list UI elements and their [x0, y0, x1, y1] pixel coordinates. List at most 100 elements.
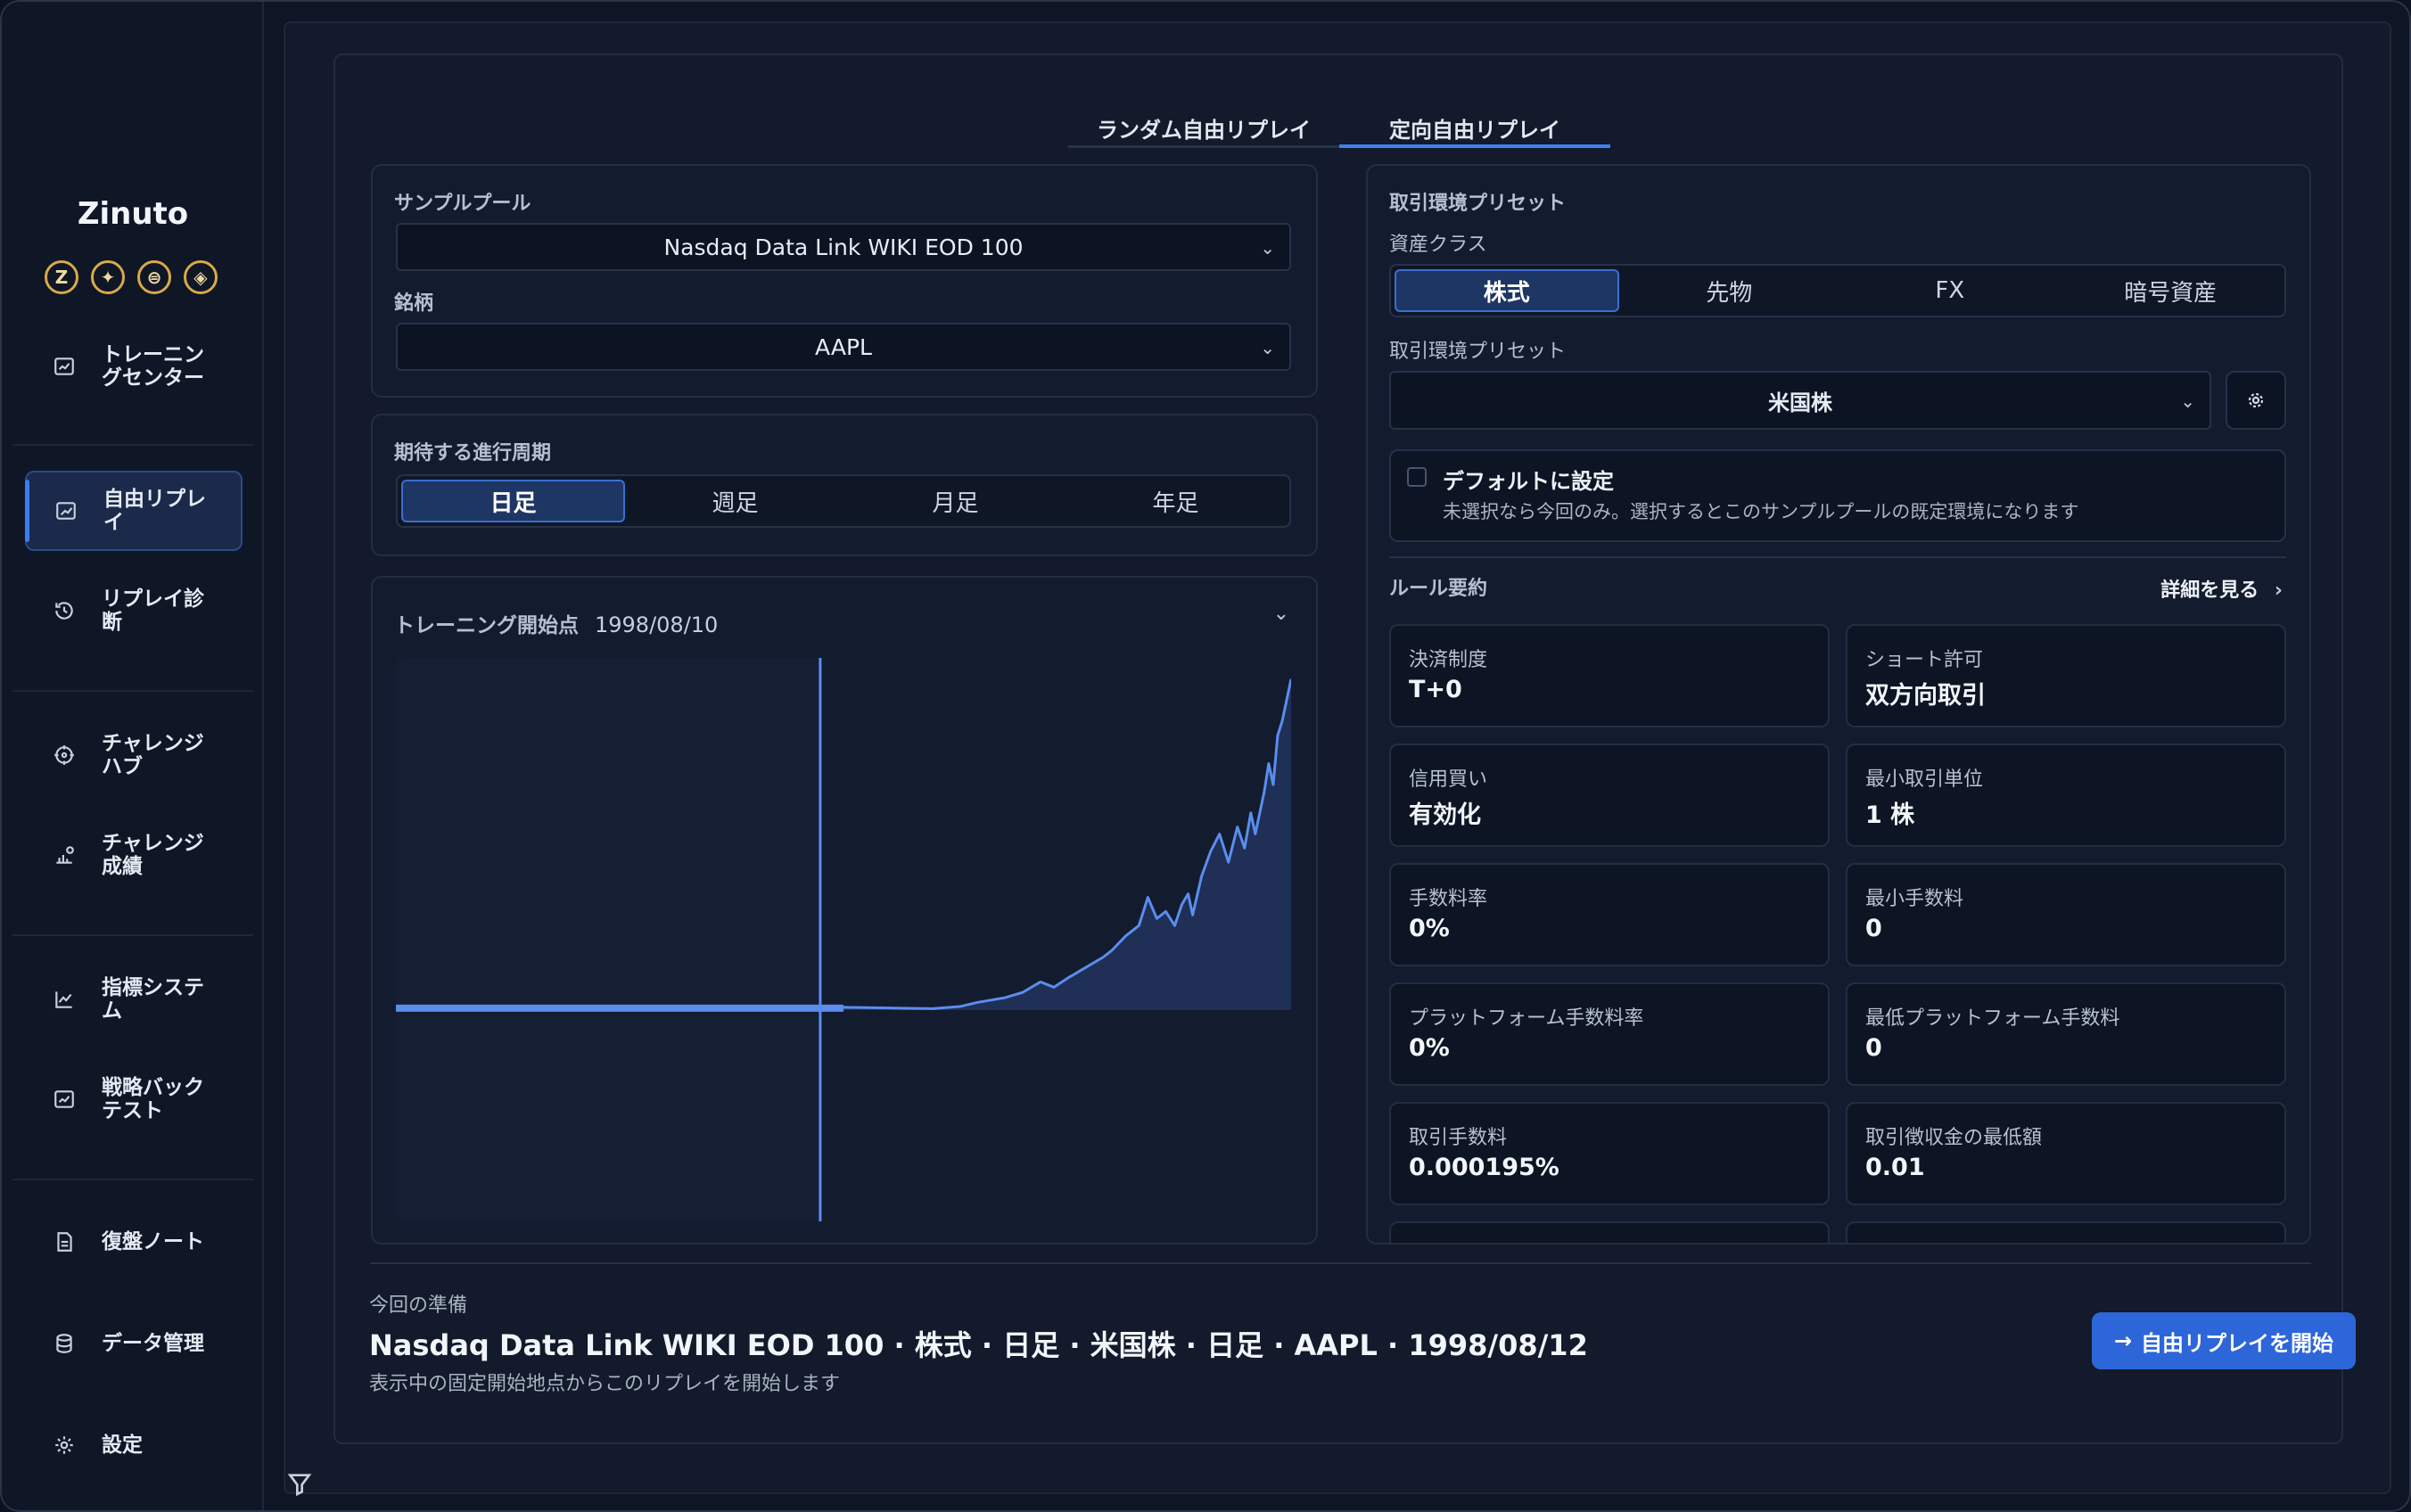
sidebar: Zinuto Z ✦ ⊜ ◈ トレーニングセンター 自由リプレイ リプレイ診断	[2, 2, 264, 1510]
sidebar-item-data-management[interactable]: データ管理	[25, 1303, 243, 1384]
replay-mode-tabs: ランダム自由リプレイ 定向自由リプレイ	[1068, 91, 1610, 148]
rules-details-link[interactable]: 詳細を見る ›	[2160, 574, 2283, 603]
sidebar-item-training-center[interactable]: トレーニングセンター	[25, 326, 243, 407]
asset-option-futures[interactable]: 先物	[1619, 269, 1840, 312]
brand-badge-icon: ◈	[184, 260, 218, 294]
tab-targeted-free-replay[interactable]: 定向自由リプレイ	[1339, 91, 1610, 148]
rule-value: 0	[1865, 1034, 1882, 1062]
default-description: 未選択なら今回のみ。選択するとこのサンプルプールの既定環境になります	[1443, 501, 2079, 522]
sidebar-item-review-notes[interactable]: 復盤ノート	[25, 1202, 243, 1282]
default-checkbox[interactable]	[1407, 467, 1427, 487]
asset-option-crypto[interactable]: 暗号資産	[2061, 269, 2282, 312]
default-setting-box: デフォルトに設定 未選択なら今回のみ。選択するとこのサンプルプールの既定環境にな…	[1389, 449, 2286, 542]
sample-pool-title: サンプルプール	[394, 193, 531, 215]
sample-pool-select[interactable]: Nasdaq Data Link WIKI EOD 100 ⌄	[396, 223, 1291, 271]
preset-select-title: 取引環境プリセット	[1389, 341, 1567, 363]
sidebar-item-label: 設定	[102, 1434, 143, 1457]
score-icon	[39, 843, 89, 867]
sidebar-divider	[12, 1179, 253, 1180]
sidebar-item-label: データ管理	[102, 1332, 204, 1355]
rule-value: 0	[1865, 915, 1882, 942]
tab-random-free-replay[interactable]: ランダム自由リプレイ	[1068, 91, 1339, 145]
sample-pool-value: Nasdaq Data Link WIKI EOD 100	[663, 234, 1024, 260]
brand-coin-icon: ⊜	[137, 260, 171, 294]
sidebar-item-label: リプレイ診断	[102, 588, 204, 634]
rule-card-margin: 信用買い 有効化	[1389, 744, 1830, 847]
preset-value: 米国株	[1768, 390, 1832, 415]
period-option-monthly[interactable]: 月足	[845, 480, 1066, 522]
sample-pool-card: サンプルプール Nasdaq Data Link WIKI EOD 100 ⌄ …	[371, 164, 1318, 398]
sidebar-divider	[12, 934, 253, 936]
app-window: Zinuto Z ✦ ⊜ ◈ トレーニングセンター 自由リプレイ リプレイ診断	[0, 0, 2411, 1512]
rule-label: 取引徴収金の最低額	[1865, 1127, 2043, 1149]
filter-icon[interactable]	[285, 1469, 314, 1498]
sidebar-item-strategy-backtest[interactable]: 戦略バックテスト	[25, 1059, 243, 1139]
gear-icon	[2248, 392, 2264, 408]
rule-card-fee-rate: 手数料率 0%	[1389, 863, 1830, 966]
sidebar-item-label: 戦略バックテスト	[102, 1076, 204, 1122]
sidebar-item-settings[interactable]: 設定	[25, 1405, 243, 1485]
prep-summary: Nasdaq Data Link WIKI EOD 100 · 株式 · 日足 …	[369, 1328, 1588, 1362]
collapse-chevron-icon[interactable]: ⌄	[1273, 603, 1289, 625]
rules-divider	[1389, 556, 2286, 558]
backtest-icon	[39, 1088, 89, 1111]
target-icon	[39, 744, 89, 767]
asset-class-title: 資産クラス	[1389, 234, 1487, 256]
price-chart-svg	[396, 658, 1291, 1221]
default-label: デフォルトに設定	[1443, 469, 1614, 494]
symbol-select[interactable]: AAPL ⌄	[396, 323, 1291, 371]
chevron-down-icon: ⌄	[1260, 237, 1275, 259]
replay-setup-panel: ランダム自由リプレイ 定向自由リプレイ サンプルプール Nasdaq Data …	[333, 53, 2356, 1444]
training-start-card: トレーニング開始点 1998/08/10 ⌄	[371, 576, 1318, 1245]
chevron-down-icon: ⌄	[1260, 337, 1275, 358]
sidebar-divider	[12, 690, 253, 692]
period-option-daily[interactable]: 日足	[401, 480, 625, 522]
chevron-down-icon: ⌄	[2180, 390, 2195, 412]
rule-value: 双方向取引	[1865, 682, 1986, 710]
period-option-yearly[interactable]: 年足	[1066, 480, 1286, 522]
sidebar-item-free-replay[interactable]: 自由リプレイ	[25, 471, 243, 551]
chevron-right-icon: ›	[2274, 579, 2283, 602]
sidebar-item-indicator-system[interactable]: 指標システム	[25, 959, 243, 1040]
preset-settings-button[interactable]	[2226, 371, 2286, 430]
sidebar-item-label: チャレンジ成績	[102, 832, 204, 878]
rule-label: 信用買い	[1409, 768, 1488, 791]
start-button-label: 自由リプレイを開始	[2141, 1330, 2334, 1356]
training-start-header: トレーニング開始点 1998/08/10	[394, 608, 718, 638]
rule-value: 0%	[1409, 915, 1450, 942]
sidebar-item-challenge-results[interactable]: チャレンジ成績	[25, 815, 243, 895]
asset-option-fx[interactable]: FX	[1839, 269, 2061, 312]
rule-value: 0%	[1409, 1034, 1450, 1062]
asset-option-stock[interactable]: 株式	[1395, 269, 1619, 312]
price-chart[interactable]	[396, 658, 1291, 1221]
rule-card-partial	[1846, 1221, 2286, 1243]
rule-card-min-levy: 取引徴収金の最低額 0.01	[1846, 1102, 2286, 1205]
history-icon	[39, 599, 89, 622]
rule-label: ショート許可	[1865, 649, 1984, 671]
app-brand: Zinuto	[77, 196, 189, 232]
rule-label: 決済制度	[1409, 649, 1488, 671]
period-selector: 日足 週足 月足 年足	[396, 474, 1291, 528]
rule-value: 0.01	[1865, 1154, 1925, 1181]
rule-label: 最小取引単位	[1865, 768, 1984, 791]
rule-card-platform-fee-rate: プラットフォーム手数料率 0%	[1389, 982, 1830, 1086]
start-free-replay-button[interactable]: → 自由リプレイを開始	[2092, 1312, 2356, 1369]
sidebar-item-challenge-hub[interactable]: チャレンジハブ	[25, 715, 243, 795]
note-icon	[39, 1230, 89, 1253]
sidebar-item-label: 復盤ノート	[102, 1230, 204, 1253]
training-start-title: トレーニング開始点	[394, 614, 579, 637]
symbol-title: 銘柄	[394, 292, 434, 315]
rule-card-short: ショート許可双方向取引	[1846, 624, 2286, 727]
period-option-weekly[interactable]: 週足	[625, 480, 845, 522]
rule-card-trading-fee: 取引手数料 0.000195%	[1389, 1102, 1830, 1205]
preset-select[interactable]: 米国株 ⌄	[1389, 371, 2211, 430]
asset-class-selector: 株式 先物 FX 暗号資産	[1389, 264, 2286, 317]
rule-card-settlement: 決済制度 T+0	[1389, 624, 1830, 727]
preset-card: 取引環境プリセット 資産クラス 株式 先物 FX 暗号資産 取引環境プリセット …	[1366, 164, 2311, 1245]
rules-details-label: 詳細を見る	[2160, 579, 2259, 602]
sidebar-item-replay-diagnosis[interactable]: リプレイ診断	[25, 571, 243, 651]
preset-card-title: 取引環境プリセット	[1389, 193, 1567, 215]
rule-card-min-platform-fee: 最低プラットフォーム手数料 0	[1846, 982, 2286, 1086]
rule-label: 手数料率	[1409, 888, 1488, 910]
rule-label: 取引手数料	[1409, 1127, 1508, 1149]
